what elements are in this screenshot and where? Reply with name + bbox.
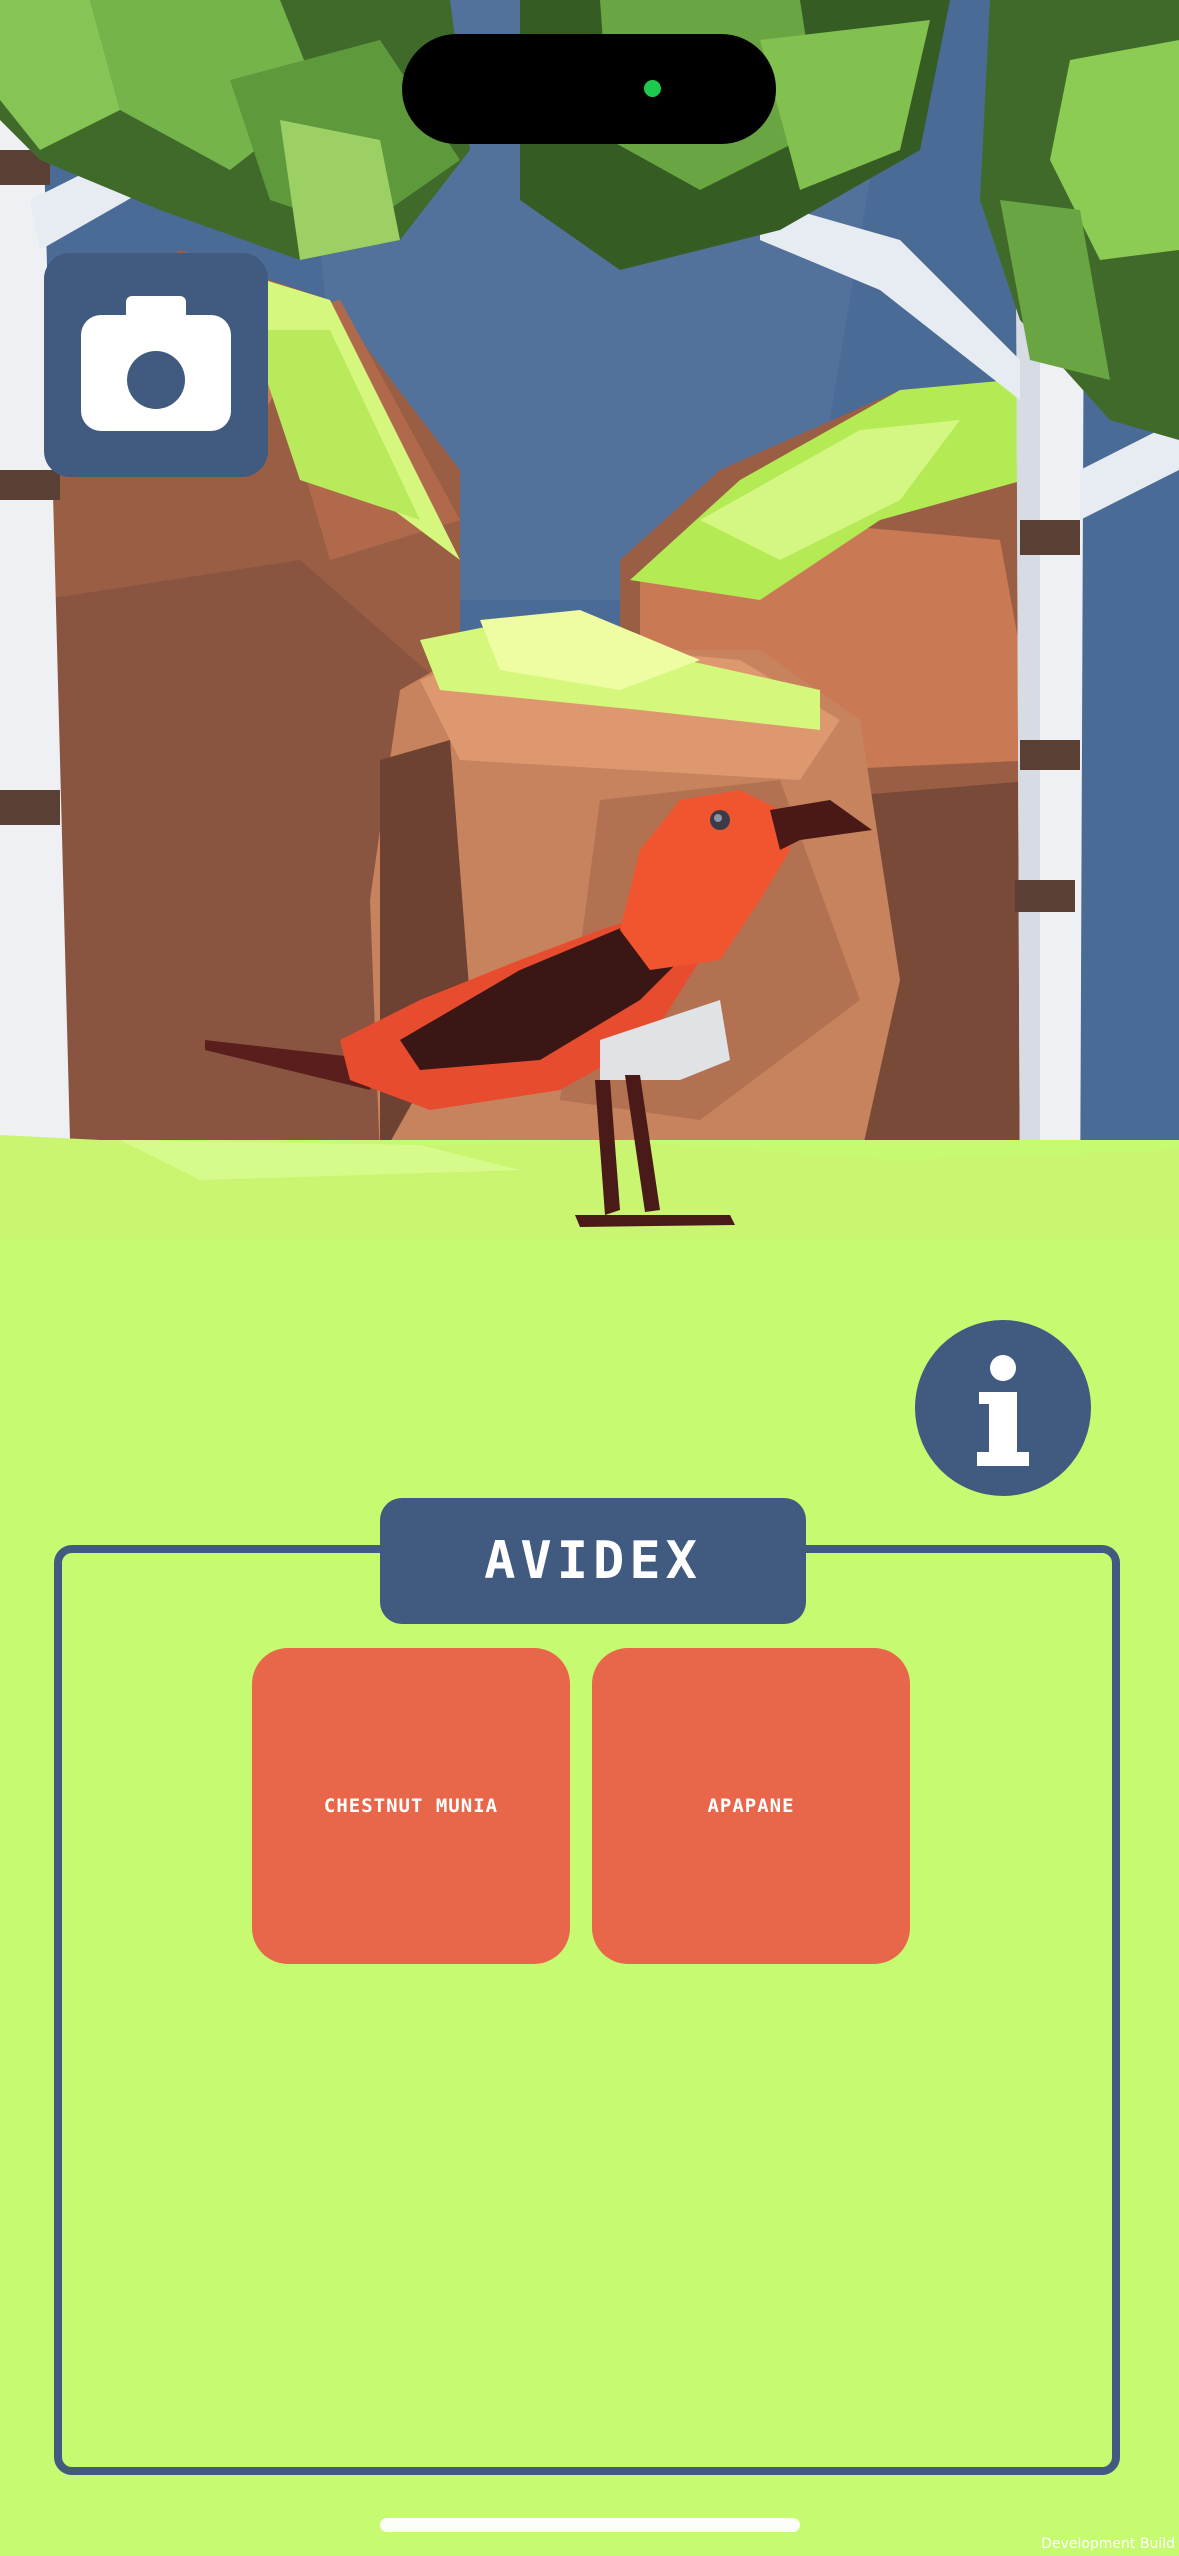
camera-button[interactable]	[44, 253, 268, 477]
bird-card-label: APAPANE	[707, 1795, 795, 1817]
game-scene	[0, 0, 1179, 1240]
development-build-label: Development Build	[1041, 2536, 1175, 2552]
bird-card-chestnut-munia[interactable]: CHESTNUT MUNIA	[252, 1648, 570, 1964]
dynamic-island	[402, 34, 776, 144]
camera-indicator-dot	[644, 80, 661, 97]
bird-card-label: CHESTNUT MUNIA	[323, 1795, 499, 1817]
home-indicator[interactable]	[380, 2518, 800, 2532]
info-button[interactable]	[915, 1320, 1091, 1496]
camera-icon	[81, 296, 231, 431]
avidex-panel	[54, 1545, 1120, 2475]
bird-card-apapane[interactable]: APAPANE	[592, 1648, 910, 1964]
info-icon	[977, 1355, 1029, 1466]
avidex-title: AVIDEX	[380, 1498, 806, 1624]
